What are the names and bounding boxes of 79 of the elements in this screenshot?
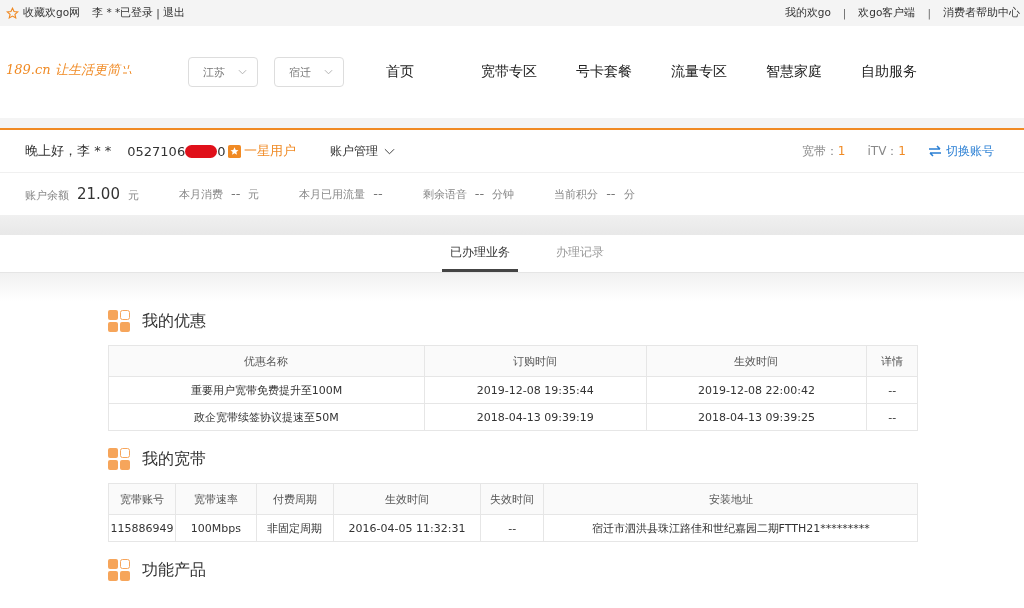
stat-value: --: [474, 186, 485, 201]
greeting: 晚上好，李 * *: [25, 142, 112, 160]
separator: |: [927, 7, 931, 19]
count-value: 1: [898, 143, 906, 158]
top-link[interactable]: 我的欢go: [784, 6, 831, 20]
column-header: 付费周期: [256, 483, 334, 515]
nav-link[interactable]: 智慧家庭: [766, 63, 861, 81]
stat-label: 本月已用流量: [299, 187, 366, 202]
grid-icon: [108, 448, 130, 470]
separator: |: [842, 7, 847, 19]
top-link[interactable]: 消费者帮助中心: [943, 6, 1020, 20]
stat-label: 当前积分: [554, 187, 599, 202]
separator: |: [156, 7, 160, 19]
redaction-mark: [185, 144, 218, 158]
count-value: 1: [837, 143, 846, 158]
section-title: 我的宽带: [142, 448, 206, 470]
caret-icon: [384, 147, 396, 155]
column-header: 宽带速率: [175, 483, 257, 515]
column-header: 生效时间: [646, 345, 867, 377]
nav-link[interactable]: 流量专区: [671, 63, 766, 81]
logout-link[interactable]: 退出: [162, 6, 185, 20]
table-cell: 政企宽带续签协议提速至50M: [108, 403, 425, 431]
section-title: 我的优惠: [142, 310, 206, 332]
section-title: 功能产品: [142, 559, 206, 581]
grid-icon: [108, 310, 130, 332]
stat-unit: 分: [623, 187, 635, 202]
nav-link[interactable]: 宽带专区: [481, 63, 576, 81]
table-cell: 2019-12-08 19:35:44: [424, 376, 647, 404]
table-cell: 2018-04-13 09:39:19: [424, 403, 647, 431]
column-header: 失效时间: [480, 483, 544, 515]
caret-icon: [324, 69, 333, 75]
star-icon: [6, 6, 19, 20]
stat-unit: 元: [248, 187, 260, 202]
stat-label: 剩余语音: [422, 187, 467, 202]
top-link[interactable]: 欢go客户端: [858, 6, 916, 20]
account-menu[interactable]: 账户管理: [330, 142, 396, 160]
stat-value: --: [373, 186, 383, 201]
table-cell: 2016-04-05 11:32:31: [333, 514, 481, 542]
stat-value: --: [606, 186, 616, 201]
count-label: 宽带：: [801, 143, 838, 158]
switch-account-link[interactable]: 切换账号: [946, 142, 994, 160]
phone-number-end: 0: [217, 143, 226, 159]
stat-value: 21.00: [77, 185, 120, 203]
favorite-link[interactable]: 收藏欢go网: [23, 6, 81, 20]
switch-icon: [928, 145, 942, 157]
column-header: 优惠名称: [108, 345, 425, 377]
column-header: 订购时间: [424, 345, 647, 377]
region-select[interactable]: 宿迁: [274, 57, 344, 87]
column-header: 详情: [866, 345, 918, 377]
table-cell: --: [866, 403, 918, 431]
user-level: 一星用户: [244, 142, 297, 160]
login-status: 李 * *已登录: [92, 6, 154, 20]
region-select[interactable]: 江苏: [188, 57, 258, 87]
table-cell: 2019-12-08 22:00:42: [646, 376, 867, 404]
table-cell: 宿迁市泗洪县珠江路佳和世纪嘉园二期FTTH21*********: [543, 514, 918, 542]
stat-unit: 分钟: [492, 187, 515, 202]
table-cell: 115886949: [108, 514, 176, 542]
table-cell: 重要用户宽带免费提升至100M: [108, 376, 425, 404]
column-header: 生效时间: [333, 483, 481, 515]
table-cell: --: [480, 514, 544, 542]
grid-icon: [108, 559, 130, 581]
column-header: 安装地址: [543, 483, 918, 515]
table-cell: 2018-04-13 09:39:25: [646, 403, 867, 431]
nav-link[interactable]: 首页: [386, 63, 481, 81]
phone-number-start: 0527106: [127, 143, 186, 159]
stat-label: 本月消费: [178, 187, 223, 202]
table-cell: 100Mbps: [175, 514, 257, 542]
count-label: iTV：: [867, 143, 899, 158]
star-badge-icon: [228, 144, 242, 158]
table-cell: 非固定周期: [256, 514, 334, 542]
stat-label: 账户余额: [25, 188, 69, 203]
nav-link[interactable]: 自助服务: [861, 63, 956, 81]
sparkle-icon: [120, 64, 133, 76]
stat-value: --: [230, 186, 241, 201]
column-header: 宽带账号: [108, 483, 176, 515]
table-cell: --: [866, 376, 918, 404]
nav-link[interactable]: 号卡套餐: [576, 63, 671, 81]
caret-icon: [238, 69, 247, 75]
stat-unit: 元: [127, 188, 139, 203]
